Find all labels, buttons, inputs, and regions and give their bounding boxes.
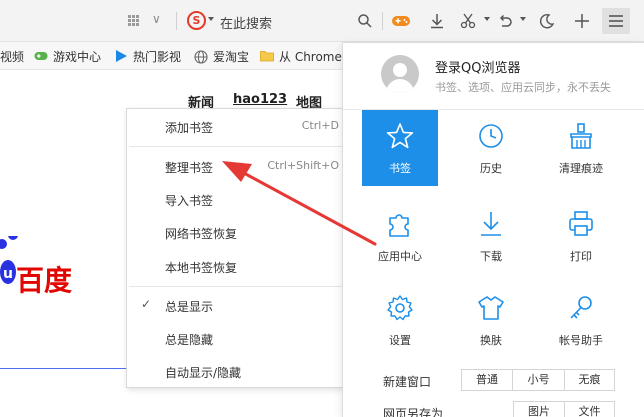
menu-item-auto-show-hide[interactable]: 自动显示/隐藏 [127,360,357,384]
menu-divider [129,146,355,147]
search-icon[interactable] [352,8,378,34]
key-icon [570,296,592,319]
menu-item-label: 总是隐藏 [165,333,214,347]
undo-dropdown-icon[interactable] [520,17,526,21]
download-icon [481,212,501,236]
new-window-normal-button[interactable]: 普通 [461,369,513,391]
tile-label: 下载 [480,250,502,263]
bookmark-item[interactable]: 从 Chrome [260,48,342,64]
tile-label: 帐号助手 [559,334,603,347]
menu-item-label: 导入书签 [165,194,214,208]
toolbar-divider [382,12,383,30]
tile-account-assistant[interactable]: 帐号助手 [543,282,619,358]
printer-icon [569,211,593,236]
bookmark-item[interactable]: 爱淘宝 [194,48,249,64]
shirt-icon [478,296,504,320]
menu-item-label: 本地书签恢复 [165,261,238,275]
clock-icon [479,124,503,148]
tile-download[interactable]: 下载 [453,198,529,274]
puzzle-icon [389,214,409,237]
baidu-logo[interactable]: u 百度 [0,230,100,297]
folder-icon [260,50,274,62]
undo-icon[interactable] [493,8,517,34]
tile-clear-traces[interactable]: 清理痕迹 [543,110,619,186]
menu-item-label: 网络书签恢复 [165,227,238,241]
menu-item-local-restore[interactable]: 本地书签恢复 [127,255,357,279]
tile-bookmarks[interactable]: 书签 [362,110,438,186]
menu-item-always-show[interactable]: ✓ 总是显示 [127,294,357,318]
new-window-label: 新建窗口 [383,375,432,389]
menu-item-shortcut: Ctrl+Shift+O [267,159,339,172]
menu-item-label: 自动显示/隐藏 [165,366,242,380]
menu-item-label: 添加书签 [165,121,214,135]
browser-toolbar: ∨ S 在此搜索 [0,0,644,42]
menu-divider [129,286,355,287]
gamepad-icon [34,50,48,62]
play-icon [114,50,128,62]
save-as-image-button[interactable]: 图片 [513,401,565,417]
gear-icon [387,295,413,321]
tile-label: 打印 [570,250,592,263]
browser-main-menu-panel: 登录QQ浏览器 书签、选项、应用云同步，永不丢失 书签 历史 清理痕迹 应用中心… [342,42,644,417]
toolbar-divider [176,12,177,30]
tile-label: 清理痕迹 [559,162,603,175]
save-as-label: 网页另存为 [383,407,444,417]
bookmark-label: 热门影视 [133,49,182,64]
avatar[interactable] [381,55,419,93]
globe-icon [194,50,208,64]
star-icon [386,123,414,149]
new-window-small-button[interactable]: 小号 [513,369,565,391]
svg-text:u: u [3,266,13,282]
download-icon[interactable] [425,8,449,34]
bookmark-label: 视频 [0,49,25,64]
menu-item-network-restore[interactable]: 网络书签恢复 [127,221,357,245]
tile-label: 换肤 [480,334,502,347]
menu-item-organize-bookmarks[interactable]: 整理书签 Ctrl+Shift+O [127,155,357,179]
game-controller-icon[interactable] [389,8,413,34]
login-title[interactable]: 登录QQ浏览器 [435,57,520,76]
scissors-dropdown-icon[interactable] [484,17,490,21]
scissors-icon[interactable] [456,8,480,34]
bookmark-item[interactable]: 游戏中心 [34,48,101,64]
search-input[interactable]: 在此搜索 [220,13,272,32]
plus-icon[interactable] [570,8,594,34]
bookmark-item[interactable]: 热门影视 [114,48,181,64]
tile-label: 应用中心 [378,250,422,263]
bookmark-label: 从 Chrome [279,49,342,64]
menu-item-add-bookmark[interactable]: 添加书签 Ctrl+D [127,115,357,139]
login-subtitle: 书签、选项、应用云同步，永不丢失 [435,81,611,94]
grid-icon[interactable] [128,15,139,26]
bookmark-item[interactable]: 视频 [0,48,24,64]
engine-dropdown-icon[interactable] [208,17,214,21]
new-window-incognito-button[interactable]: 无痕 [565,369,615,391]
broom-icon [570,123,592,149]
sogou-engine-icon[interactable]: S [187,11,206,30]
menu-item-shortcut: Ctrl+D [301,119,339,132]
baidu-logo-text: 百度 [16,264,73,297]
tile-settings[interactable]: 设置 [362,282,438,358]
tile-skin[interactable]: 换肤 [453,282,529,358]
tile-label: 书签 [389,162,411,175]
tile-label: 设置 [389,334,411,347]
tile-label: 历史 [480,162,502,175]
bookmark-label: 爱淘宝 [213,49,250,64]
menu-icon[interactable] [602,8,630,34]
nav-link-hao123[interactable]: hao123 [233,92,287,107]
tile-history[interactable]: 历史 [453,110,529,186]
menu-item-label: 总是显示 [165,300,214,314]
moon-icon[interactable] [535,8,559,34]
bookmark-menu: 添加书签 Ctrl+D 整理书签 Ctrl+Shift+O 导入书签 网络书签恢… [126,108,358,388]
menu-item-import-bookmarks[interactable]: 导入书签 [127,188,357,212]
menu-item-always-hide[interactable]: 总是隐藏 [127,327,357,351]
chevron-down-icon[interactable]: ∨ [152,12,161,26]
tile-print[interactable]: 打印 [543,198,619,274]
menu-item-label: 整理书签 [165,161,214,175]
tile-app-center[interactable]: 应用中心 [362,198,438,274]
save-as-file-button[interactable]: 文件 [565,401,615,417]
bookmark-label: 游戏中心 [53,49,102,64]
check-icon: ✓ [141,297,152,311]
